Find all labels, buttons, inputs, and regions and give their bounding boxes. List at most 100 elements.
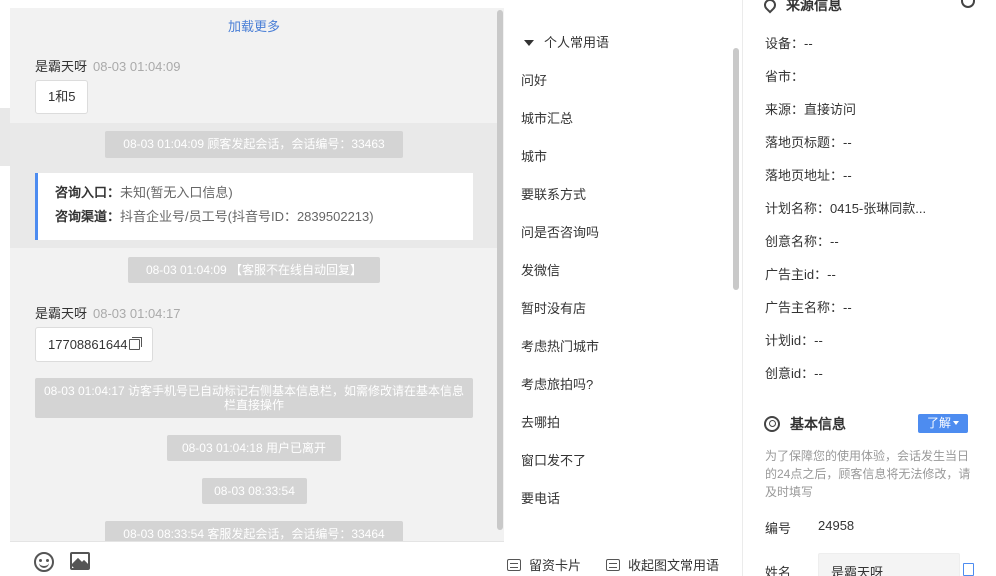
system-message: 08-03 01:04:09 【客服不在线自动回复】 [128, 257, 380, 283]
field-label: 广告主名称： [765, 300, 844, 315]
message-bubble: 17708861644 [35, 327, 153, 362]
source-title-text: 来源信息 [786, 0, 842, 13]
lead-card-label: 留资卡片 [529, 558, 582, 573]
phrase-item[interactable]: 要电话 [521, 488, 560, 507]
field-label: 广告主id： [765, 267, 828, 282]
phrase-item[interactable]: 考虑旅拍吗? [521, 374, 593, 393]
name-input[interactable]: 是霸天呀 [818, 553, 960, 576]
copy-doc-icon[interactable] [963, 563, 974, 576]
field-value: -- [843, 135, 852, 150]
field-value: -- [843, 168, 852, 183]
phrase-item[interactable]: 发微信 [521, 260, 560, 279]
info-field-advertiser-name: 广告主名称：-- [765, 297, 852, 316]
field-value: 0415-张琳同款... [830, 201, 927, 216]
sender-name: 是霸天呀 [35, 306, 88, 321]
collapse-phrases-label: 收起图文常用语 [628, 558, 720, 573]
collapse-phrases-button[interactable]: 收起图文常用语 [606, 555, 719, 574]
learn-more-button[interactable]: 了解 [918, 414, 968, 433]
phrase-item[interactable]: 要联系方式 [521, 184, 586, 203]
info-field-source: 来源：直接访问 [765, 99, 856, 118]
caret-down-icon [953, 421, 959, 425]
collapse-handle[interactable] [0, 108, 10, 166]
field-value: -- [843, 300, 852, 315]
image-icon[interactable] [70, 552, 90, 570]
basic-section-title: 基本信息 [764, 414, 846, 434]
field-value: -- [804, 36, 813, 51]
chat-toolbar [10, 541, 504, 576]
emoji-icon[interactable] [34, 552, 54, 572]
consult-entry-row: 咨询入口：未知(暂无入口信息) [55, 183, 473, 207]
phrase-item[interactable]: 窗口发不了 [521, 450, 586, 469]
field-label: 设备： [765, 36, 805, 51]
consult-channel-row: 咨询渠道：抖音企业号/员工号(抖音号ID：2839502213) [55, 207, 473, 231]
info-field-creative-id: 创意id：-- [765, 363, 823, 382]
panel-divider [742, 0, 743, 576]
chat-panel: 加载更多 是霸天呀 08-03 01:04:09 1和5 08-03 01:04:… [0, 0, 504, 576]
field-value: 直接访问 [804, 102, 857, 117]
system-message: 08-03 01:04:17 访客手机号已自动标记右侧基本信息栏，如需修改请在基… [35, 378, 473, 418]
consult-entry-label: 咨询入口： [55, 185, 121, 200]
phrases-group-header[interactable]: 个人常用语 [524, 32, 609, 51]
learn-more-label: 了解 [926, 416, 951, 430]
field-label: 计划id： [765, 333, 815, 348]
consult-entry-value: 未知(暂无入口信息) [120, 185, 233, 200]
user-circle-icon [764, 416, 780, 432]
basic-title-text: 基本信息 [790, 416, 846, 432]
card-icon [507, 559, 521, 571]
id-value: 24958 [818, 518, 855, 533]
phrases-panel: 个人常用语 问好 城市汇总 城市 要联系方式 问是否咨询吗 发微信 暂时没有店 … [504, 0, 744, 576]
phrase-item[interactable]: 问是否咨询吗 [521, 222, 599, 241]
phrases-scrollbar[interactable] [733, 48, 739, 290]
chat-top-bar [10, 0, 504, 8]
shield-icon[interactable] [961, 0, 975, 8]
edit-notice: 为了保障您的使用体验，会话发生当日的24点之后，顾客信息将无法修改，请及时填写 [765, 449, 971, 499]
chat-left-strip [0, 0, 10, 576]
field-value: -- [814, 333, 823, 348]
id-label: 编号 [765, 521, 792, 536]
field-value: -- [827, 267, 836, 282]
consult-channel-value: 抖音企业号/员工号(抖音号ID：2839502213) [120, 209, 374, 224]
info-field-device: 设备：-- [765, 33, 813, 52]
info-field-plan-id: 计划id：-- [765, 330, 823, 349]
location-pin-icon [761, 0, 779, 14]
chat-scrollbar[interactable] [497, 10, 503, 530]
info-field-advertiser-id: 广告主id：-- [765, 264, 836, 283]
field-label: 落地页地址： [765, 168, 844, 183]
name-label: 姓名 [765, 565, 792, 576]
message-sender: 是霸天呀 08-03 01:04:17 [35, 303, 180, 322]
consult-info-card: 咨询入口：未知(暂无入口信息) 咨询渠道：抖音企业号/员工号(抖音号ID：283… [35, 173, 473, 240]
message-sender: 是霸天呀 08-03 01:04:09 [35, 56, 180, 75]
field-label: 落地页标题： [765, 135, 844, 150]
field-label: 省市： [765, 69, 805, 84]
source-section-title: 来源信息 [761, 0, 842, 15]
field-label: 创意id： [765, 366, 815, 381]
field-value: -- [814, 366, 823, 381]
message-icon [606, 559, 620, 571]
info-field-region: 省市： [765, 66, 804, 85]
system-message: 08-03 01:04:09 顾客发起会话，会话编号：33463 [105, 131, 403, 158]
info-field-creative-name: 创意名称：-- [765, 231, 839, 250]
sender-name: 是霸天呀 [35, 59, 88, 74]
field-value: -- [830, 234, 839, 249]
info-field-plan-name: 计划名称：0415-张琳同款... [765, 198, 926, 217]
phrase-item[interactable]: 问好 [521, 70, 547, 89]
message-bubble: 1和5 [35, 80, 89, 114]
message-time: 08-03 01:04:17 [93, 306, 181, 321]
system-message: 08-03 01:04:18 用户已离开 [167, 435, 341, 461]
consult-channel-label: 咨询渠道： [55, 209, 121, 224]
phone-number: 17708861644 [48, 337, 128, 352]
phrase-item[interactable]: 考虑热门城市 [521, 336, 599, 355]
phrase-item[interactable]: 去哪拍 [521, 412, 560, 431]
phrases-group-title: 个人常用语 [544, 35, 610, 50]
field-label: 来源： [765, 102, 805, 117]
load-more-link[interactable]: 加载更多 [10, 16, 498, 35]
phrase-item[interactable]: 暂时没有店 [521, 298, 586, 317]
info-field-landing-url: 落地页地址：-- [765, 165, 852, 184]
phrase-item[interactable]: 城市 [521, 146, 547, 165]
phrase-item[interactable]: 城市汇总 [521, 108, 573, 127]
info-panel: 来源信息 设备：-- 省市： 来源：直接访问 落地页标题：-- 落地页地址：--… [744, 0, 996, 576]
caret-down-icon [524, 40, 534, 46]
lead-card-button[interactable]: 留资卡片 [507, 555, 581, 574]
copy-icon[interactable] [128, 337, 142, 350]
system-message: 08-03 08:33:54 [202, 478, 307, 504]
